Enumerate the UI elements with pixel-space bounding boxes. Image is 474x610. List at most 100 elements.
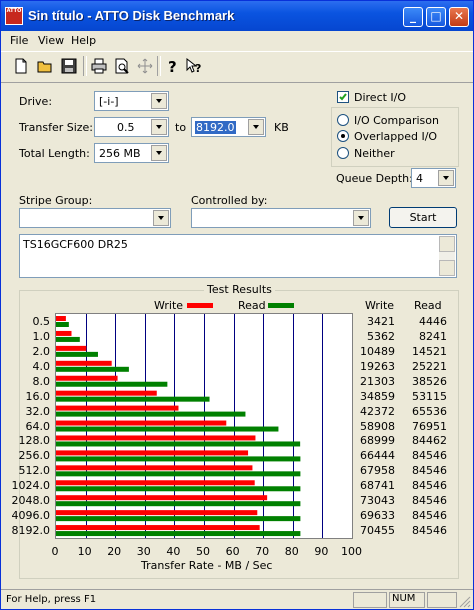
status-panel — [427, 592, 457, 608]
print-preview-button[interactable] — [111, 55, 133, 77]
start-button[interactable]: Start — [389, 207, 457, 228]
chevron-down-icon[interactable] — [151, 93, 167, 109]
read-column-header: Read — [414, 299, 442, 312]
minimize-button[interactable]: _ — [403, 7, 423, 27]
total-length-label: Total Length: — [19, 147, 90, 160]
transfer-size-from-value: 0.5 — [117, 121, 135, 134]
io-comparison-radio[interactable] — [337, 114, 349, 126]
write-column-header: Write — [365, 299, 395, 312]
write-value: 68741 — [360, 479, 395, 493]
open-folder-icon — [37, 61, 52, 73]
close-icon: ✕ — [453, 9, 465, 23]
menu-view[interactable]: View — [38, 34, 64, 47]
svg-text:?: ? — [195, 62, 201, 74]
description-textarea[interactable]: TS16GCF600 DR25 — [19, 234, 457, 278]
queue-depth-select[interactable]: 4 — [411, 168, 456, 188]
direct-io-checkbox[interactable] — [337, 91, 349, 103]
total-length-select[interactable]: 256 MB — [94, 143, 169, 163]
read-bar — [56, 456, 301, 462]
legend-write-swatch — [187, 303, 213, 308]
scroll-up-icon[interactable] — [439, 236, 455, 252]
write-value: 3421 — [367, 315, 395, 328]
read-value: 84546 — [412, 524, 447, 538]
write-value: 58908 — [360, 419, 395, 433]
toolbar-separator — [83, 56, 87, 76]
transfer-size-to-select[interactable]: 8192.0 — [191, 117, 266, 137]
category-label: 1024.0 — [11, 479, 51, 493]
category-label: 1.0 — [32, 329, 51, 343]
resize-grip-icon[interactable] — [459, 596, 471, 608]
menu-help[interactable]: Help — [71, 34, 96, 47]
x-tick-label: 30 — [136, 545, 151, 558]
chevron-down-icon[interactable] — [353, 210, 369, 226]
scroll-down-icon[interactable] — [439, 260, 455, 276]
print-preview-icon — [115, 58, 129, 74]
controlled-by-label: Controlled by: — [191, 194, 268, 207]
x-tick-label: 20 — [107, 545, 122, 558]
x-tick-label: 80 — [284, 545, 299, 558]
overlapped-io-label: Overlapped I/O — [354, 130, 438, 143]
stripe-group-select[interactable] — [19, 208, 171, 228]
chevron-down-icon[interactable] — [151, 145, 167, 161]
read-bar — [56, 381, 168, 387]
write-bar — [56, 435, 256, 441]
svg-text:?: ? — [168, 58, 177, 74]
save-button[interactable] — [58, 55, 80, 77]
category-label: 2048.0 — [11, 494, 51, 508]
app-window: ATTO Sin título - ATTO Disk Benchmark _ … — [0, 0, 474, 610]
read-value: 76951 — [412, 419, 447, 433]
transfer-size-from-select[interactable]: 0.5 — [94, 117, 169, 137]
atto-app-icon: ATTO — [5, 7, 23, 25]
read-value: 84546 — [412, 479, 447, 493]
help-button[interactable]: ? — [161, 55, 183, 77]
move-icon — [137, 58, 153, 74]
read-bar — [56, 396, 210, 402]
new-document-icon — [15, 58, 27, 74]
num-lock-panel: NUM — [389, 592, 425, 608]
title-bar[interactable]: ATTO Sin título - ATTO Disk Benchmark _ … — [1, 1, 473, 31]
chevron-down-icon[interactable] — [151, 119, 167, 135]
write-bar — [56, 390, 157, 396]
read-value: 84546 — [412, 464, 447, 478]
read-value: 53115 — [412, 389, 447, 403]
new-document-button[interactable] — [10, 55, 32, 77]
controlled-by-select[interactable] — [191, 208, 371, 228]
minimize-icon: _ — [410, 9, 416, 23]
transfer-size-label: Transfer Size: — [19, 121, 94, 134]
read-bar — [56, 351, 98, 357]
maximize-button[interactable]: □ — [426, 7, 446, 27]
context-help-button[interactable]: ? — [183, 55, 205, 77]
legend-read-label: Read — [238, 299, 266, 312]
category-label: 32.0 — [25, 404, 51, 418]
drive-value: [-i-] — [99, 95, 119, 108]
menu-bar: File View Help — [1, 31, 473, 50]
category-label: 128.0 — [18, 434, 51, 448]
read-value: 84546 — [412, 449, 447, 463]
print-button[interactable] — [88, 55, 110, 77]
read-bar — [56, 516, 301, 522]
x-tick-label: 70 — [255, 545, 270, 558]
write-bar — [56, 465, 253, 471]
vertical-scrollbar[interactable] — [439, 236, 455, 276]
close-button[interactable]: ✕ — [449, 7, 469, 27]
write-value: 66444 — [360, 449, 395, 463]
category-label: 8.0 — [32, 374, 51, 388]
open-folder-button[interactable] — [34, 55, 56, 77]
overlapped-io-radio[interactable] — [337, 130, 349, 142]
chevron-down-icon[interactable] — [438, 170, 454, 186]
chevron-down-icon[interactable] — [153, 210, 169, 226]
move-button[interactable] — [134, 55, 156, 77]
read-value: 84546 — [412, 509, 447, 523]
write-value: 5362 — [367, 329, 395, 343]
read-value: 25221 — [412, 359, 447, 373]
x-tick-label: 50 — [196, 545, 210, 558]
write-bar — [56, 480, 255, 486]
write-bar — [56, 405, 179, 411]
menu-file[interactable]: File — [10, 34, 28, 47]
read-value: 14521 — [412, 344, 447, 358]
neither-radio[interactable] — [337, 147, 349, 159]
category-label: 4096.0 — [11, 509, 51, 523]
neither-label: Neither — [354, 147, 395, 160]
drive-select[interactable]: [-i-] — [94, 91, 169, 111]
chevron-down-icon[interactable] — [248, 119, 264, 135]
